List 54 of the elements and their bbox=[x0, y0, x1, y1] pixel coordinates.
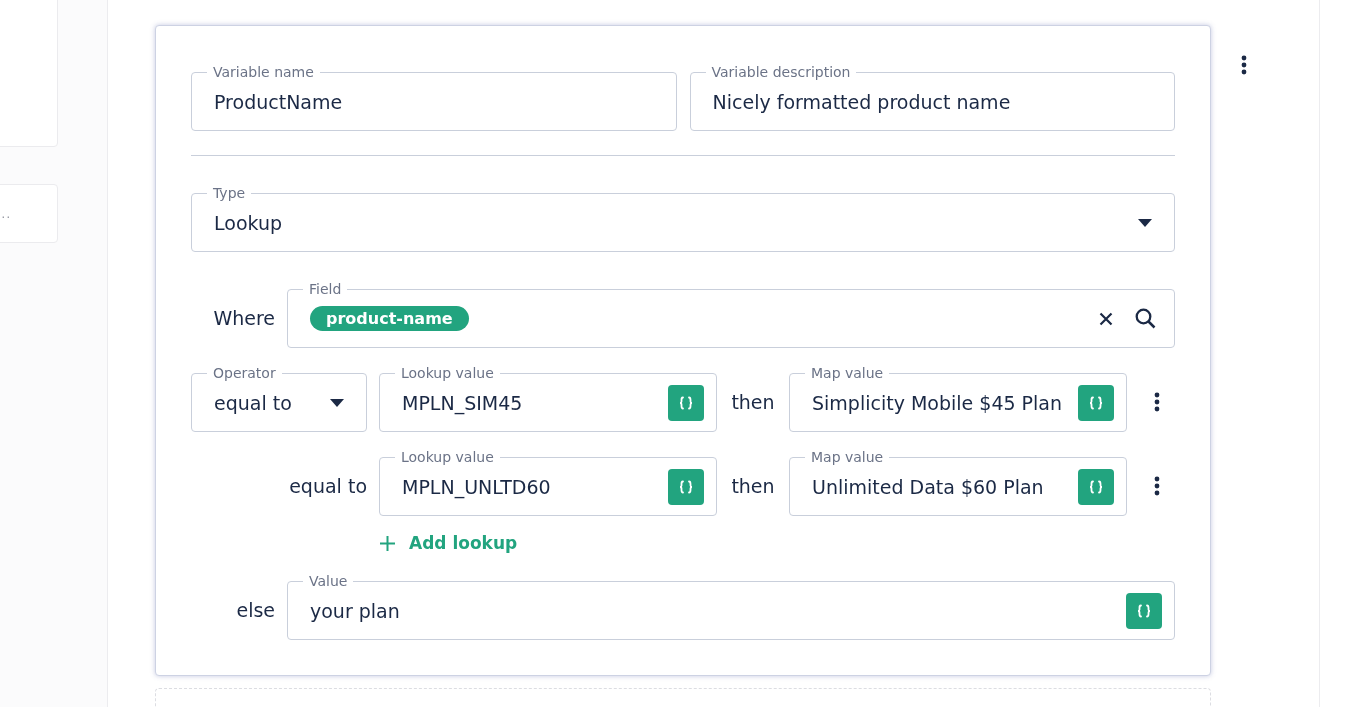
braces-icon bbox=[1088, 394, 1104, 411]
more-options-icon[interactable] bbox=[1154, 391, 1160, 412]
field-value: Unlimited Data $60 Plan bbox=[812, 475, 1045, 498]
map-value-field[interactable]: Map value Unlimited Data $60 Plan bbox=[789, 449, 1127, 516]
variable-insert-button[interactable] bbox=[1126, 592, 1162, 629]
else-value-field[interactable]: Value your plan bbox=[287, 573, 1175, 640]
operator-dropdown[interactable]: Operator equal to bbox=[191, 365, 367, 432]
dropdown-caret-icon[interactable] bbox=[330, 398, 344, 407]
truncated-text: ... bbox=[0, 206, 12, 221]
search-icon[interactable] bbox=[1135, 308, 1156, 329]
then-label: then bbox=[730, 473, 776, 497]
else-label: else bbox=[235, 597, 275, 621]
field-label: Lookup value bbox=[400, 449, 495, 465]
field-label: Lookup value bbox=[400, 365, 495, 381]
field-label: Type bbox=[212, 185, 247, 201]
braces-icon bbox=[1136, 602, 1152, 619]
where-label: Where bbox=[212, 305, 275, 329]
field-label: Variable name bbox=[212, 64, 315, 80]
field-tag: product-name bbox=[310, 306, 469, 331]
then-label: then bbox=[730, 389, 776, 413]
field-label: Map value bbox=[810, 365, 885, 381]
field-value: your plan bbox=[310, 599, 401, 622]
type-dropdown[interactable]: Type Lookup bbox=[191, 185, 1175, 252]
field-value: MPLN_UNLTD60 bbox=[402, 475, 552, 498]
variable-description-field[interactable]: Variable description Nicely formatted product name bbox=[689, 64, 1175, 131]
plus-icon bbox=[380, 535, 395, 551]
lookup-value-field[interactable]: Lookup value MPLN_UNLTD60 bbox=[379, 449, 717, 516]
field-label: Map value bbox=[810, 449, 885, 465]
field-value: Simplicity Mobile $45 Plan bbox=[812, 391, 1063, 414]
more-options-icon[interactable] bbox=[1154, 475, 1160, 496]
field-value: equal to bbox=[214, 391, 293, 414]
field-picker[interactable]: Field product-name bbox=[287, 281, 1175, 348]
field-label: Value bbox=[308, 573, 349, 589]
variable-insert-button[interactable] bbox=[1078, 468, 1114, 505]
field-label: Field bbox=[308, 281, 343, 297]
close-icon[interactable] bbox=[1099, 311, 1113, 326]
variable-insert-button[interactable] bbox=[668, 468, 704, 505]
map-value-field[interactable]: Map value Simplicity Mobile $45 Plan bbox=[789, 365, 1127, 432]
variable-name-field[interactable]: Variable name ProductName bbox=[191, 64, 677, 131]
lookup-value-field[interactable]: Lookup value MPLN_SIM45 bbox=[379, 365, 717, 432]
field-value: Lookup bbox=[214, 211, 284, 234]
field-value: MPLN_SIM45 bbox=[402, 391, 524, 414]
field-value: Nicely formatted product name bbox=[712, 90, 1012, 113]
field-label: Operator bbox=[212, 365, 277, 381]
field-value: ProductName bbox=[214, 90, 344, 113]
dropdown-caret-icon[interactable] bbox=[1138, 218, 1152, 227]
more-options-icon[interactable] bbox=[1241, 55, 1247, 75]
variable-insert-button[interactable] bbox=[668, 384, 704, 421]
variable-insert-button[interactable] bbox=[1078, 384, 1114, 421]
field-label: Variable description bbox=[710, 64, 852, 80]
braces-icon bbox=[678, 394, 694, 411]
braces-icon bbox=[1088, 478, 1104, 495]
operator-label: equal to bbox=[289, 473, 367, 497]
braces-icon bbox=[678, 478, 694, 495]
